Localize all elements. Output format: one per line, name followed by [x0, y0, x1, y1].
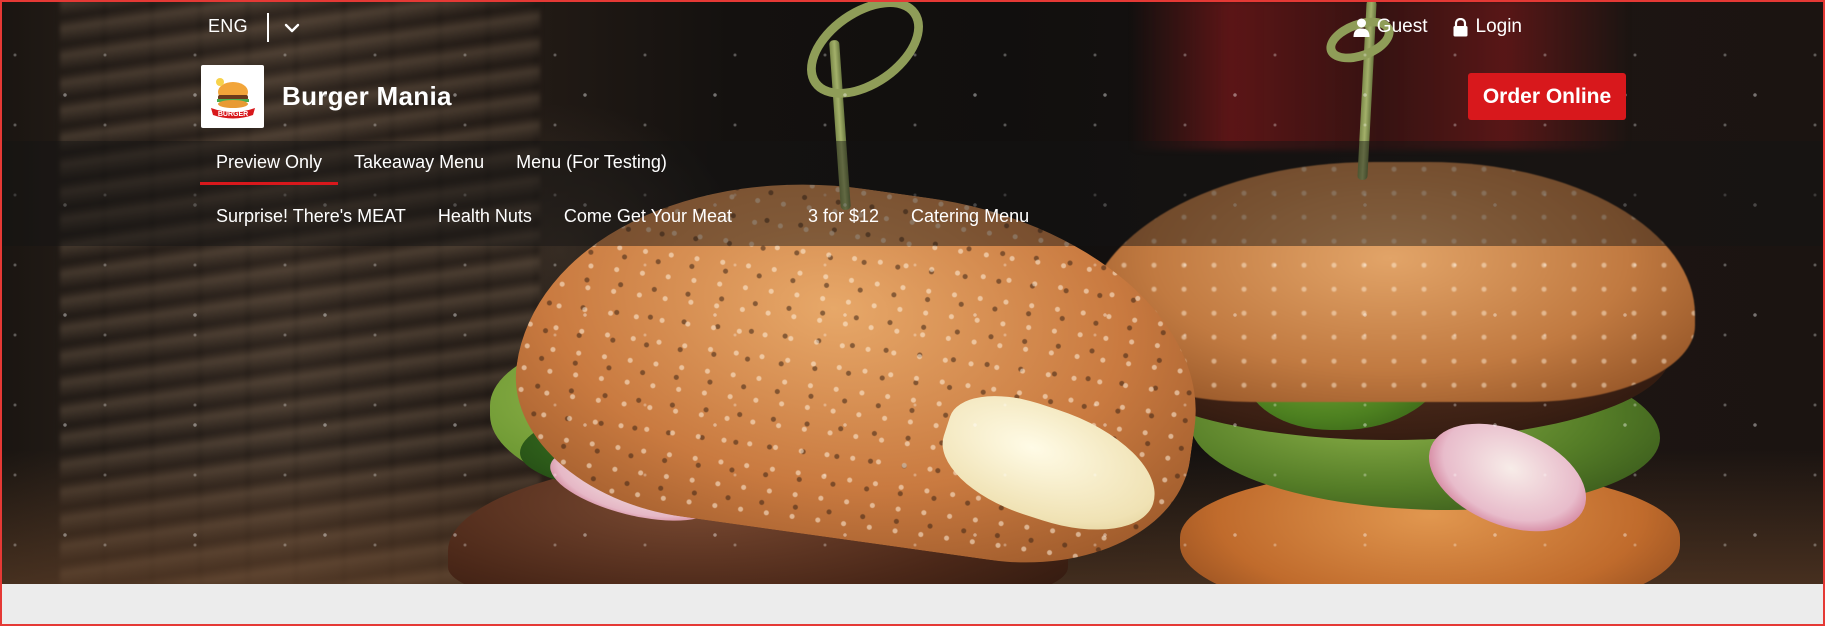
order-online-button[interactable]: Order Online	[1468, 73, 1626, 120]
user-area: Guest Login	[1353, 16, 1522, 38]
nav-item-menu-for-testing[interactable]: Menu (For Testing)	[500, 148, 683, 183]
guest-label: Guest	[1376, 16, 1428, 37]
nav-item-3-for-12[interactable]: 3 for $12	[792, 202, 895, 237]
brand-row: BURGER Burger Mania Order Online	[0, 62, 1825, 142]
chevron-down-icon[interactable]	[282, 18, 302, 38]
nav-item-preview-only[interactable]: Preview Only	[200, 148, 339, 185]
restaurant-logo[interactable]: BURGER	[201, 65, 264, 128]
login-label: Login	[1475, 16, 1523, 37]
language-divider	[267, 13, 269, 42]
top-bar: ENG Guest Login	[0, 0, 1825, 54]
nav-item-health-nuts[interactable]: Health Nuts	[422, 202, 548, 237]
menu-nav-row-1: Preview Only Takeaway Menu Menu (For Tes…	[200, 148, 683, 185]
nav-item-catering-menu[interactable]: Catering Menu	[895, 202, 1045, 237]
menu-nav-row-2: Surprise! There's MEAT Health Nuts Come …	[200, 202, 1045, 237]
guest-link[interactable]: Guest	[1353, 16, 1428, 38]
nav-item-takeaway-menu[interactable]: Takeaway Menu	[338, 148, 500, 183]
login-link[interactable]: Login	[1452, 16, 1523, 38]
burger-logo-icon: BURGER	[210, 77, 255, 118]
lock-icon	[1453, 17, 1467, 36]
nav-item-come-get-your-meat[interactable]: Come Get Your Meat	[548, 202, 748, 237]
restaurant-name: Burger Mania	[282, 81, 452, 111]
content-area	[0, 584, 1825, 626]
nav-item-surprise-meat[interactable]: Surprise! There's MEAT	[200, 202, 422, 237]
logo-text: BURGER	[217, 111, 247, 118]
user-icon	[1353, 18, 1370, 37]
language-selector[interactable]: ENG	[208, 16, 248, 37]
